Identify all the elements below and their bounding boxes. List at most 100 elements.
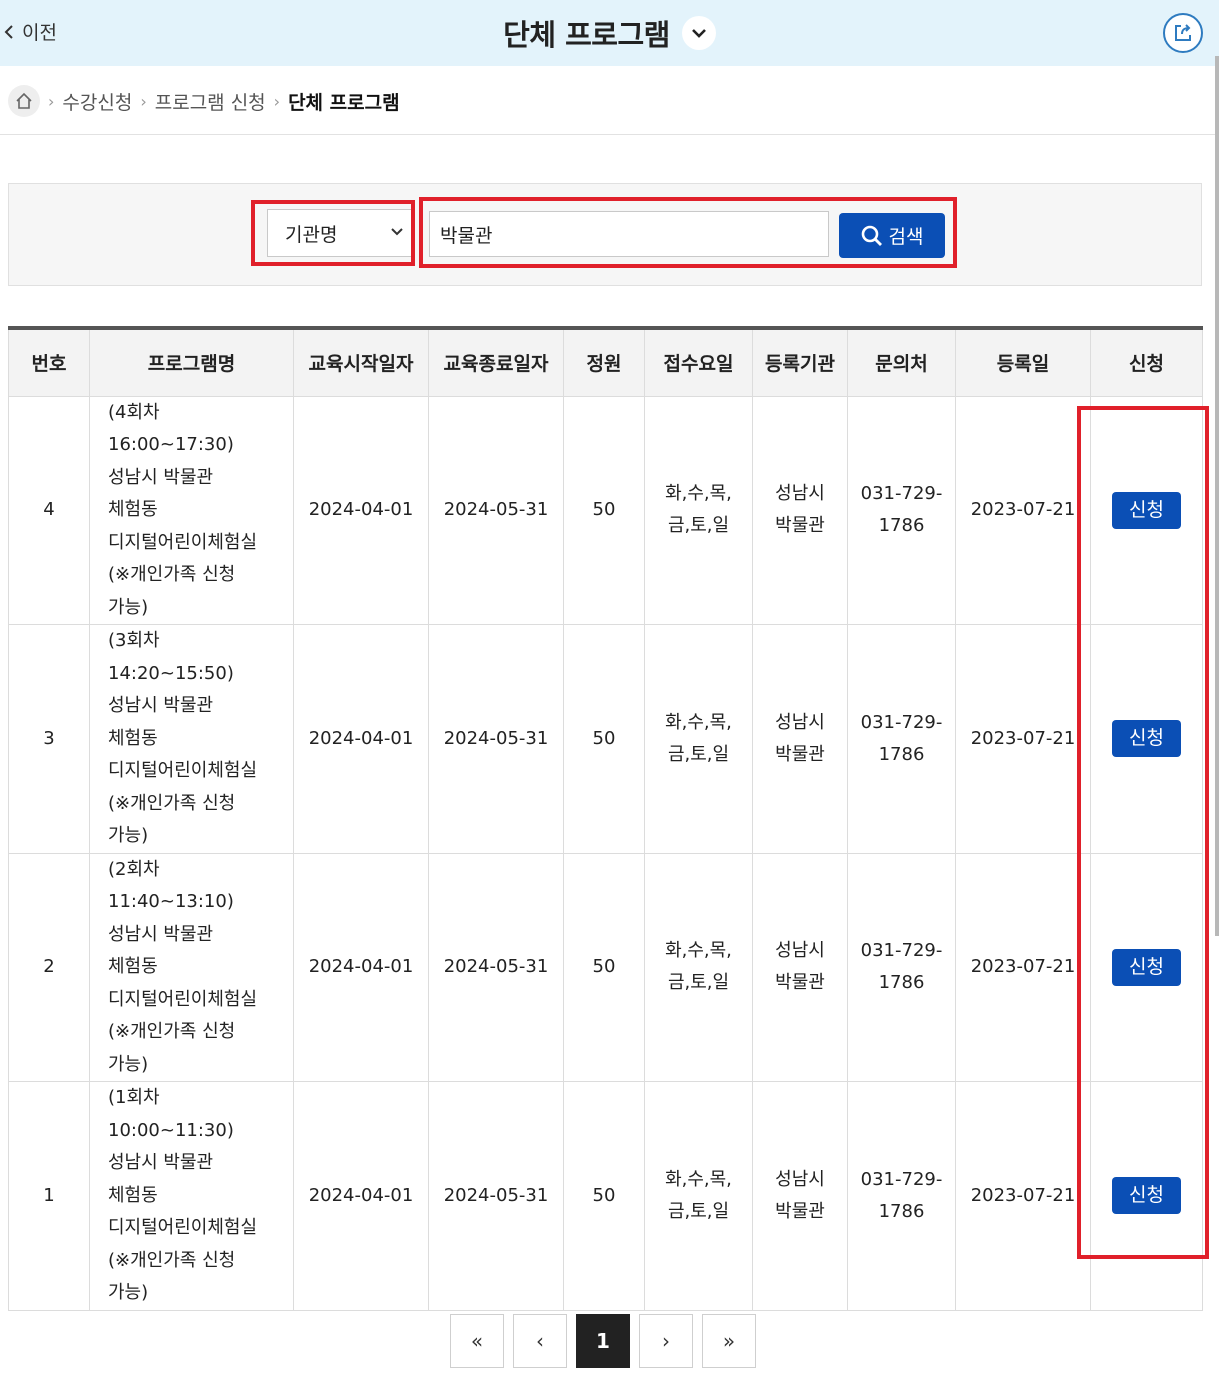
cell-line: 화,수,목, [665, 483, 732, 505]
pagination: « ‹ 1 › » [450, 1314, 756, 1368]
next-page-button[interactable]: › [639, 1314, 693, 1368]
column-header-reception-days: 접수요일 [644, 327, 753, 397]
cell-line: 성남시 [775, 940, 825, 962]
cell-program-name: (3회차 14:20~15:50) 성남시 박물관체험동디지털어린이체험실 (※개인… [89, 624, 294, 854]
cell-line: (1회차 10:00~11:30) [108, 1087, 234, 1141]
cell-line: 1786 [878, 972, 925, 994]
search-icon [861, 225, 882, 246]
search-button[interactable]: 검색 [839, 213, 945, 258]
cell-number: 4 [8, 395, 90, 625]
table-row: 3 (3회차 14:20~15:50) 성남시 박물관 체험동 디지털어린이체험실 (※개… [8, 624, 1203, 854]
cell-line: (3회차 14:20~15:50) [108, 630, 234, 684]
breadcrumb: › 수강신청 › 프로그램 신청 › 단체 프로그램 [8, 84, 400, 118]
title-menu-toggle[interactable] [681, 16, 716, 50]
breadcrumb-separator: › [140, 91, 147, 111]
column-header-program-name: 프로그램명 [89, 327, 294, 397]
cell-line: 박물관 [775, 972, 825, 994]
cell-end-date: 2024-05-31 [428, 624, 564, 854]
apply-button[interactable]: 신청 [1112, 948, 1181, 986]
cell-line: 금,토,일 [667, 972, 730, 994]
cell-number: 2 [8, 852, 90, 1082]
cell-capacity: 50 [563, 1081, 645, 1311]
cell-line: 031-729- [860, 483, 943, 505]
cell-registered-date: 2023-07-21 [955, 395, 1091, 625]
apply-button[interactable]: 신청 [1112, 1177, 1181, 1215]
cell-line: 체험동 [108, 727, 158, 749]
column-header-organization: 등록기관 [752, 327, 848, 397]
cell-line: 디지털어린이체험실 [108, 988, 258, 1010]
cell-contact: 031-729- 1786 [847, 624, 956, 854]
column-header-start-date: 교육시작일자 [293, 327, 429, 397]
home-button[interactable] [8, 85, 40, 117]
scrollbar[interactable] [1215, 56, 1219, 936]
apply-button[interactable]: 신청 [1112, 491, 1181, 529]
page-title: 단체 프로그램 [503, 18, 670, 52]
breadcrumb-separator: › [273, 91, 281, 111]
prev-page-button[interactable]: ‹ [513, 1314, 567, 1368]
search-button-label: 검색 [888, 227, 924, 248]
table-row: 4 (4회차 16:00~17:30) 성남시 박물관 체험동 디지털어린이체험실 (※개… [8, 395, 1203, 625]
search-panel: 기관명 검색 [8, 183, 1202, 286]
cell-reception-days: 화,수,목, 금,토,일 [644, 624, 753, 854]
cell-contact: 031-729- 1786 [847, 1081, 956, 1311]
cell-line: 금,토,일 [667, 1200, 730, 1222]
breadcrumb-current: 단체 프로그램 [288, 91, 400, 114]
cell-line: 가능) [108, 1282, 149, 1303]
cell-apply: 신청 [1090, 624, 1203, 854]
cell-line: 성남시 [775, 711, 825, 733]
cell-line: (※개인가족 신청 [108, 564, 236, 585]
chevron-down-icon [691, 29, 706, 38]
breadcrumb-item-course-registration[interactable]: 수강신청 [62, 88, 132, 115]
cell-line: 성남시 박물관 [108, 466, 214, 488]
column-header-number: 번호 [8, 327, 90, 397]
cell-line: 가능) [108, 1053, 149, 1075]
cell-line: 성남시 박물관 [108, 1152, 214, 1173]
cell-line: (※개인가족 신청 [108, 792, 236, 814]
cell-apply: 신청 [1090, 852, 1203, 1082]
cell-line: 성남시 [775, 483, 825, 505]
cell-line: (4회차 16:00~17:30) [108, 401, 234, 456]
cell-line: 031-729- [860, 940, 943, 962]
first-page-button[interactable]: « [450, 1314, 504, 1368]
select-value: 기관명 [285, 223, 338, 246]
cell-organization: 성남시박물관 [752, 852, 848, 1082]
breadcrumb-separator: › [48, 91, 55, 111]
apply-button[interactable]: 신청 [1112, 720, 1181, 758]
cell-line: 031-729- [860, 1168, 943, 1190]
breadcrumb-item-program-application[interactable]: 프로그램 신청 [155, 88, 266, 115]
last-page-button[interactable]: » [702, 1314, 756, 1368]
cell-organization: 성남시 박물관 [752, 395, 848, 625]
cell-contact: 031-729- 1786 [847, 852, 956, 1082]
top-bar: 이전 단체 프로그램 [0, 0, 1219, 66]
chevron-left-icon: ‹ [536, 1329, 544, 1353]
cell-line: 체험동 [108, 956, 158, 977]
column-header-capacity: 정원 [563, 327, 645, 397]
double-chevron-left-icon: « [470, 1329, 484, 1353]
cell-line: 성남시 박물관 [108, 695, 214, 716]
share-button[interactable] [1163, 13, 1203, 53]
double-chevron-right-icon: » [722, 1329, 736, 1353]
cell-registered-date: 2023-07-21 [955, 852, 1091, 1082]
cell-program-name: (1회차 10:00~11:30) 성남시 박물관 체험동 디지털어린이체험실 (※개인… [89, 1081, 294, 1311]
cell-line: 화,수,목, [665, 711, 732, 733]
table-row: 1 (1회차 10:00~11:30) 성남시 박물관 체험동 디지털어린이체험실 (※개… [8, 1081, 1203, 1311]
program-table: 번호 프로그램명 교육시작일자 교육종료일자 정원 접수요일 등록기관 문의처 … [8, 326, 1203, 1311]
cell-reception-days: 화,수,목, 금,토,일 [644, 1081, 753, 1311]
cell-reception-days: 화,수,목, 금,토,일 [644, 395, 753, 625]
page-button-1[interactable]: 1 [576, 1314, 630, 1368]
cell-line: (2회차 11:40~13:10) [108, 858, 234, 913]
cell-line: 디지털어린이체험실 [108, 1217, 258, 1238]
cell-line: 박물관 [775, 1200, 825, 1222]
cell-program-name: (4회차 16:00~17:30) 성남시 박물관 체험동 디지털어린이체험실 (※개인… [89, 395, 294, 625]
column-header-registered-date: 등록일 [955, 327, 1091, 397]
cell-start-date: 2024-04-01 [293, 395, 429, 625]
cell-line: 체험동 [108, 499, 158, 520]
share-icon [1175, 24, 1191, 41]
cell-line: 디지털어린이체험실 [108, 760, 258, 781]
cell-capacity: 50 [563, 624, 645, 854]
search-category-select[interactable]: 기관명 [267, 209, 413, 257]
search-input[interactable] [429, 211, 829, 257]
cell-apply: 신청 [1090, 395, 1203, 625]
title-group: 단체 프로그램 [0, 12, 1219, 54]
divider [0, 134, 1215, 135]
